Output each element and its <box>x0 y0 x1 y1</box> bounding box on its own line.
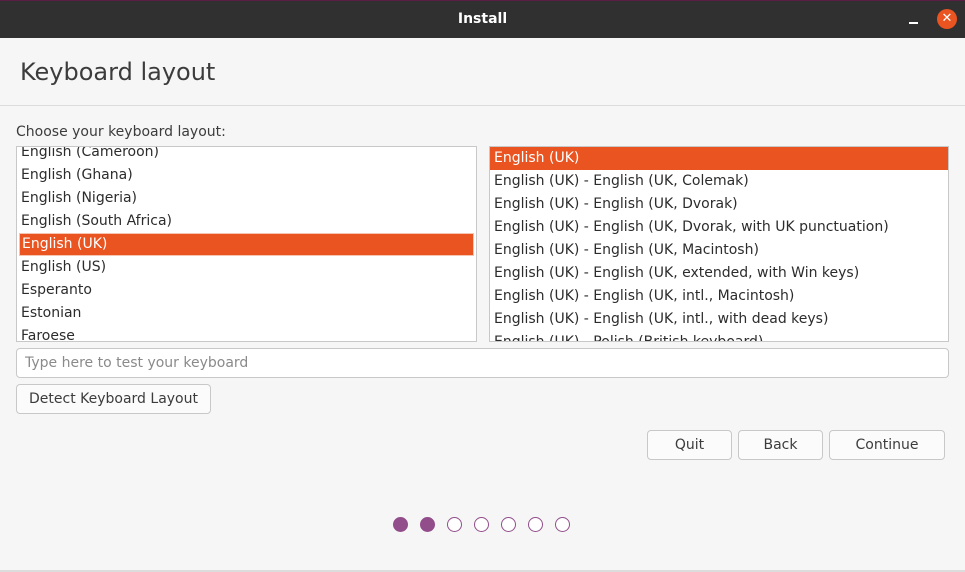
variant-list-item[interactable]: English (UK) - English (UK, Dvorak) <box>490 193 948 216</box>
layout-list-item[interactable]: Esperanto <box>17 279 476 302</box>
variant-list-item[interactable]: English (UK) <box>490 147 948 170</box>
continue-button[interactable]: Continue <box>829 430 945 460</box>
page-title: Keyboard layout <box>20 58 216 86</box>
progress-dot-complete <box>393 517 408 532</box>
progress-dot-pending <box>555 517 570 532</box>
window-title: Install <box>457 11 508 27</box>
layout-list-item[interactable]: English (Nigeria) <box>17 187 476 210</box>
progress-dot-pending <box>528 517 543 532</box>
variant-list-item[interactable]: English (UK) - English (UK, Dvorak, with… <box>490 216 948 239</box>
minimize-icon[interactable] <box>909 22 918 24</box>
layout-list-item[interactable]: Estonian <box>17 302 476 325</box>
keyboard-test-input[interactable] <box>16 348 949 378</box>
variant-list[interactable]: English (UK) English (UK) - English (UK, … <box>489 146 949 342</box>
layout-list-item[interactable]: English (US) <box>17 256 476 279</box>
back-button[interactable]: Back <box>738 430 823 460</box>
window-titlebar: Install ✕ <box>0 0 965 38</box>
detect-keyboard-layout-button[interactable]: Detect Keyboard Layout <box>16 384 211 414</box>
variant-list-item[interactable]: English (UK) - English (UK, Colemak) <box>490 170 948 193</box>
page-header: Keyboard layout <box>0 38 965 106</box>
layout-list-item[interactable]: English (Cameroon) <box>17 147 476 164</box>
layout-list[interactable]: English (Cameroon) English (Ghana) English… <box>16 146 477 342</box>
progress-dot-pending <box>501 517 516 532</box>
layout-list-items: English (Cameroon) English (Ghana) English… <box>17 147 476 341</box>
variant-list-item[interactable]: English (UK) - English (UK, intl., with … <box>490 308 948 331</box>
layout-list-item[interactable]: English (UK) <box>19 233 474 256</box>
layout-list-item[interactable]: English (Ghana) <box>17 164 476 187</box>
progress-dot-complete <box>420 517 435 532</box>
close-icon[interactable]: ✕ <box>937 9 957 29</box>
variant-list-items: English (UK) English (UK) - English (UK, … <box>490 147 948 341</box>
layout-list-item[interactable]: Faroese <box>17 325 476 341</box>
variant-list-item[interactable]: English (UK) - English (UK, Macintosh) <box>490 239 948 262</box>
quit-button[interactable]: Quit <box>647 430 732 460</box>
layout-list-item[interactable]: English (South Africa) <box>17 210 476 233</box>
variant-list-item[interactable]: English (UK) - Polish (British keyboard) <box>490 331 948 341</box>
choose-layout-label: Choose your keyboard layout: <box>16 124 226 140</box>
variant-list-item[interactable]: English (UK) - English (UK, intl., Macin… <box>490 285 948 308</box>
progress-dot-pending <box>474 517 489 532</box>
progress-dot-pending <box>447 517 462 532</box>
variant-list-item[interactable]: English (UK) - English (UK, extended, wi… <box>490 262 948 285</box>
